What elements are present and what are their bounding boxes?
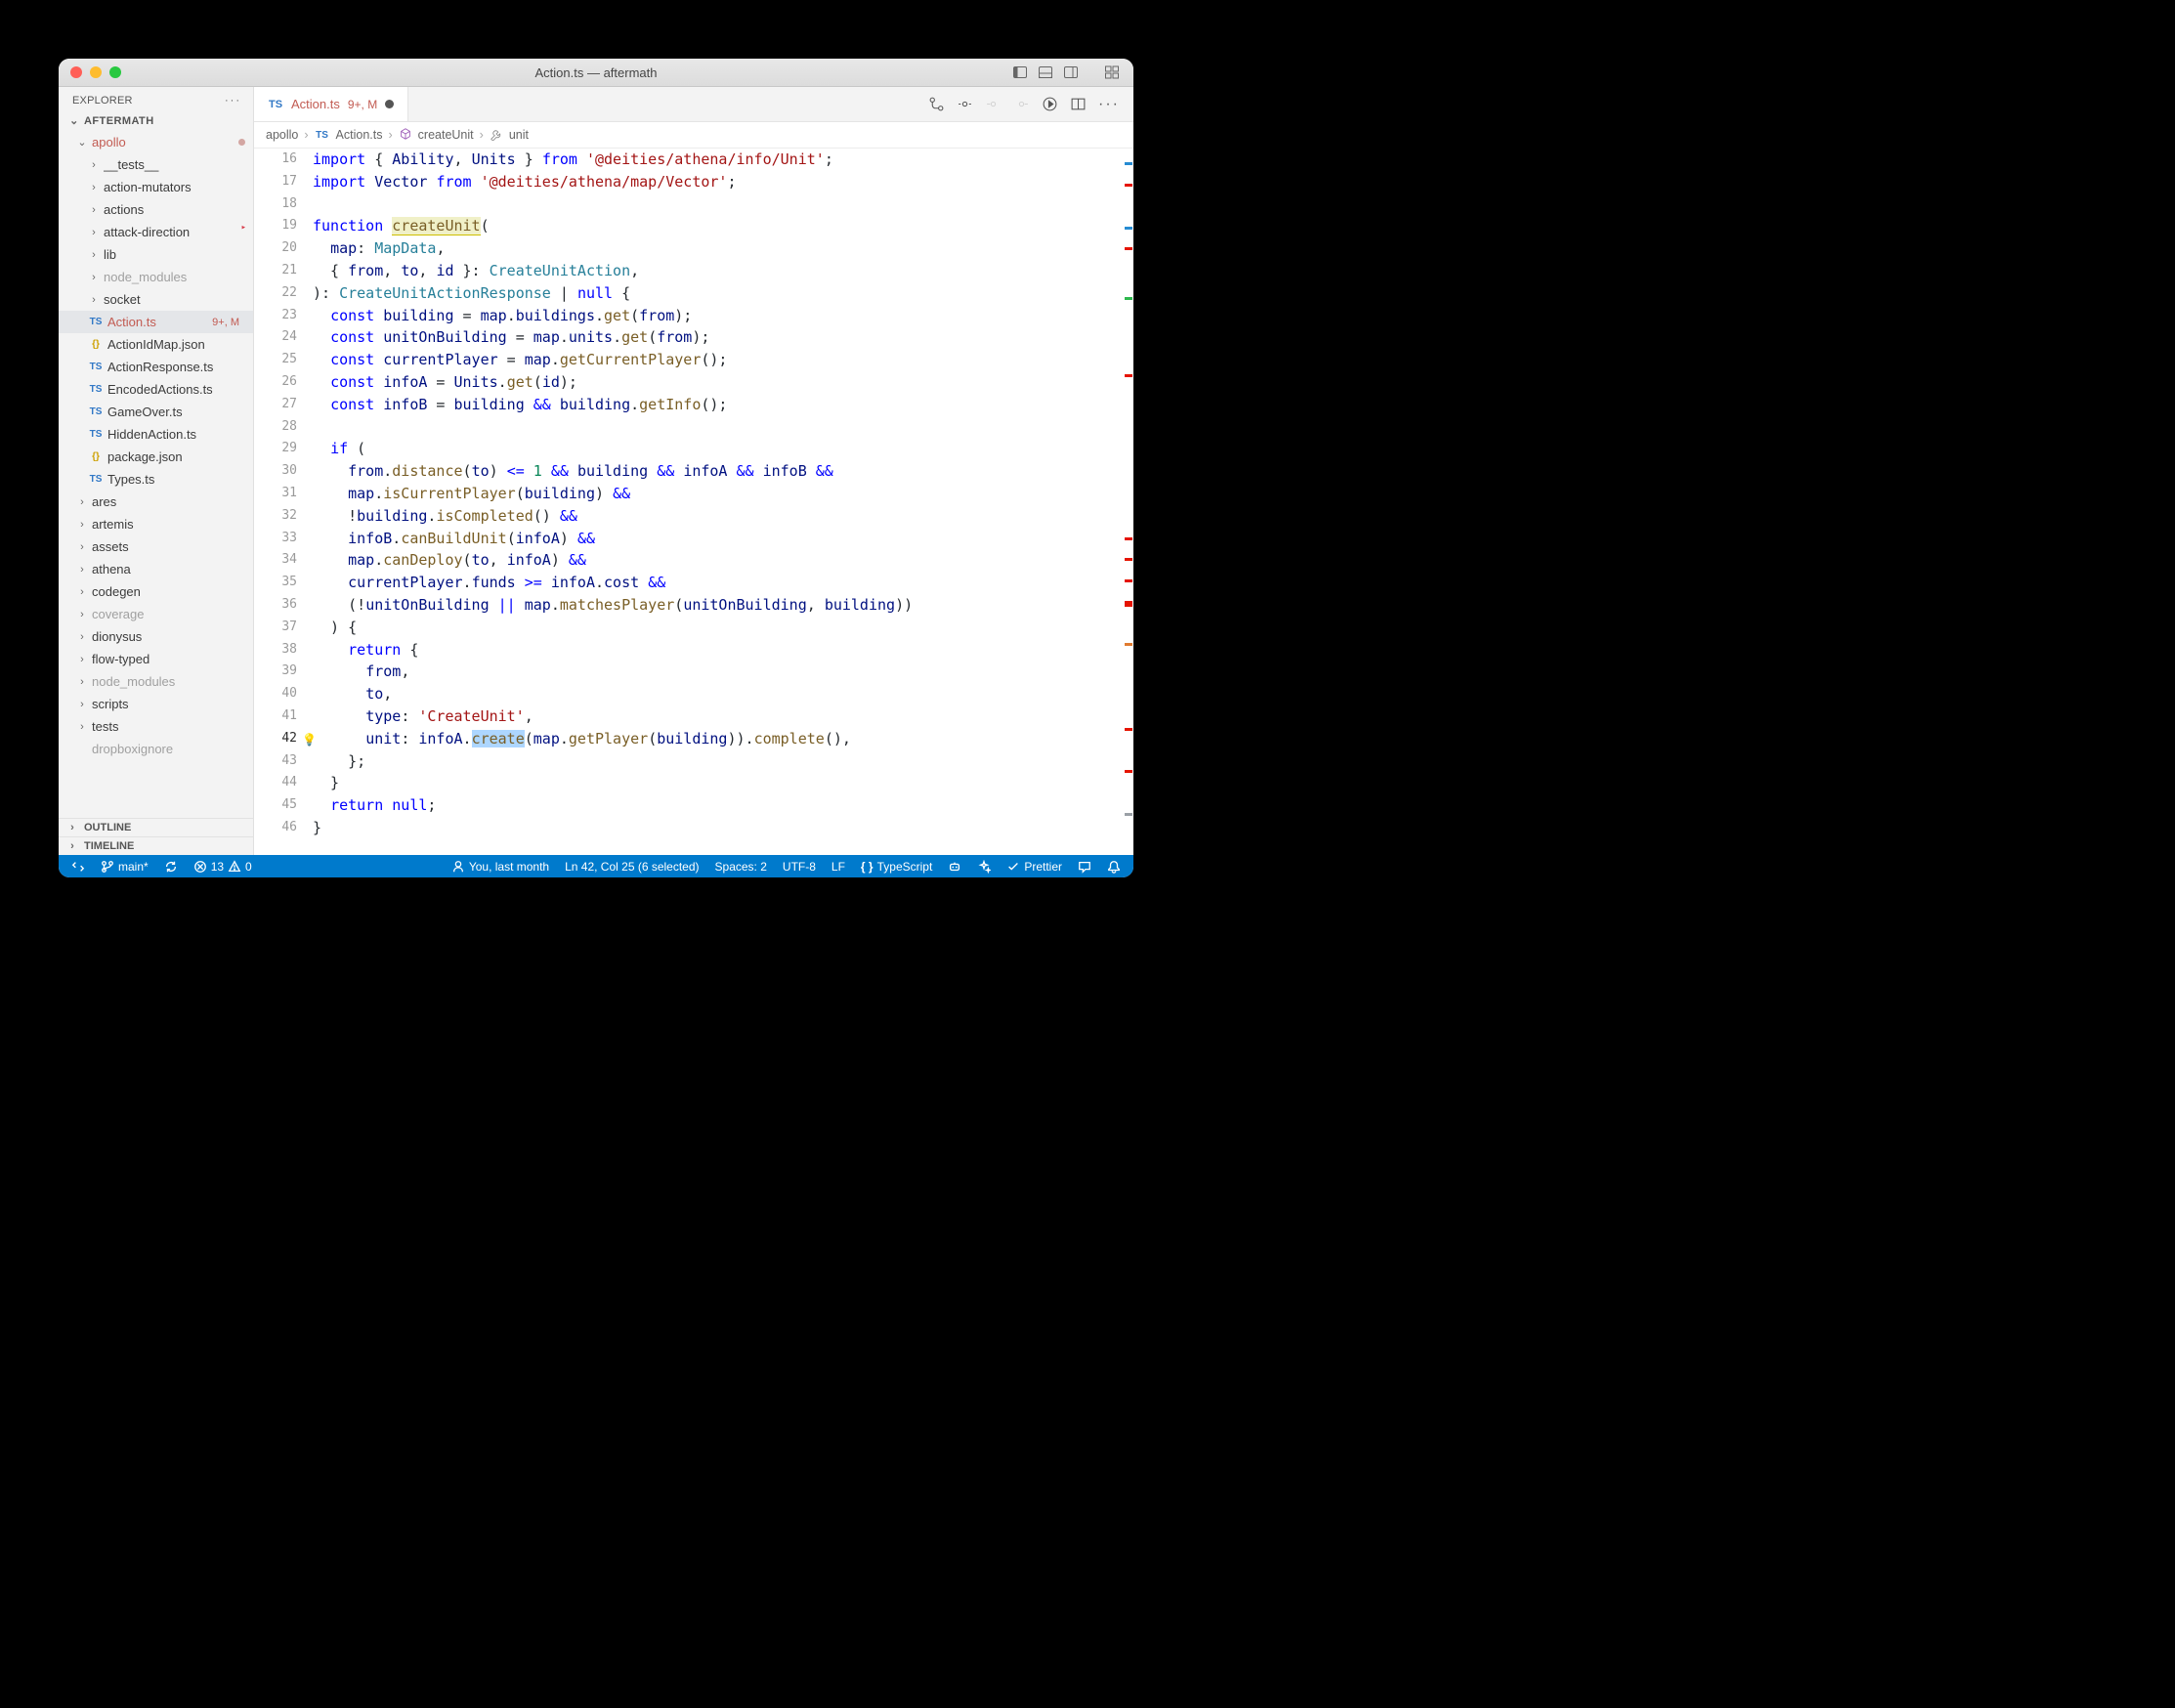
folder-attack-direction[interactable]: ›attack-direction [59,221,253,243]
minimize-window-button[interactable] [90,66,102,78]
titlebar: Action.ts — aftermath [59,59,1133,87]
maximize-window-button[interactable] [109,66,121,78]
folder-assets[interactable]: ›assets [59,535,253,558]
folder-coverage[interactable]: ›coverage [59,603,253,625]
language-mode[interactable]: { } TypeScript [856,860,937,874]
file-types-ts[interactable]: TSTypes.ts [59,468,253,491]
sparkle-icon[interactable] [972,860,996,874]
editor-area: TS Action.ts 9+, M ··· apollo › [254,87,1133,855]
folder-node-modules[interactable]: ›node_modules [59,266,253,288]
encoding-indicator[interactable]: UTF-8 [778,860,821,874]
timeline-section[interactable]: ›TIMELINE [59,836,253,855]
overview-ruler[interactable] [1120,149,1133,855]
branch-indicator[interactable]: main* [96,860,153,874]
typescript-icon: TS [268,99,283,110]
file-actionresponse-ts[interactable]: TSActionResponse.ts [59,356,253,378]
explorer-label: EXPLORER [72,95,133,107]
explorer-more-icon[interactable]: ··· [225,95,241,107]
folder-tests[interactable]: ›tests [59,715,253,738]
problems-indicator[interactable]: 13 0 [189,860,257,874]
tab-status: 9+, M [348,98,377,111]
folder-actions[interactable]: ›actions [59,198,253,221]
tab-action-ts[interactable]: TS Action.ts 9+, M [254,87,408,121]
file-hiddenaction-ts[interactable]: TSHiddenAction.ts [59,423,253,446]
panel-layout-right-icon[interactable] [1063,64,1079,80]
cube-icon [399,127,412,144]
folder-action-mutators[interactable]: ›action-mutators [59,176,253,198]
outline-section[interactable]: ›OUTLINE [59,818,253,836]
folder-ares[interactable]: ›ares [59,491,253,513]
nav-next-icon[interactable] [1013,96,1030,112]
feedback-icon[interactable] [1073,860,1096,874]
folder---tests--[interactable]: ›__tests__ [59,153,253,176]
remote-indicator[interactable] [66,860,90,874]
traffic-lights [59,66,121,78]
folder-dionysus[interactable]: ›dionysus [59,625,253,648]
folder-socket[interactable]: ›socket [59,288,253,311]
customize-layout-icon[interactable] [1104,64,1120,80]
compare-changes-icon[interactable] [928,96,945,112]
file-actionidmap-json[interactable]: {}ActionIdMap.json [59,333,253,356]
panel-layout-left-icon[interactable] [1012,64,1028,80]
folder-artemis[interactable]: ›artemis [59,513,253,535]
nav-back-icon[interactable] [957,96,973,112]
folder-codegen[interactable]: ›codegen [59,580,253,603]
app-window: Action.ts — aftermath EXPLORER ··· ⌄ AFT… [59,59,1133,877]
folder-dropboxignore[interactable]: ›dropboxignore [59,738,253,760]
code-editor[interactable]: import { Ability, Units } from '@deities… [313,149,1120,855]
dirty-indicator-icon [385,100,394,108]
breadcrumbs[interactable]: apollo › TS Action.ts › createUnit › uni… [254,122,1133,149]
cursor-position[interactable]: Ln 42, Col 25 (6 selected) [560,860,704,874]
file-action-ts[interactable]: TSAction.ts9+, M [59,311,253,333]
folder-scripts[interactable]: ›scripts [59,693,253,715]
nav-prev-icon[interactable] [985,96,1002,112]
modified-indicator-icon [238,139,245,146]
folder-lib[interactable]: ›lib [59,243,253,266]
tab-more-icon[interactable]: ··· [1098,96,1120,113]
sync-indicator[interactable] [159,860,183,874]
close-window-button[interactable] [70,66,82,78]
folder-athena[interactable]: ›athena [59,558,253,580]
folder-section-aftermath[interactable]: ⌄ AFTERMATH [59,110,253,131]
explorer-sidebar: EXPLORER ··· ⌄ AFTERMATH ⌄ apollo [59,87,254,855]
window-title: Action.ts — aftermath [59,65,1133,80]
folder-flow-typed[interactable]: ›flow-typed [59,648,253,670]
eol-indicator[interactable]: LF [827,860,850,874]
copilot-icon[interactable] [943,860,966,874]
tab-bar: TS Action.ts 9+, M ··· [254,87,1133,122]
file-gameover-ts[interactable]: TSGameOver.ts [59,401,253,423]
file-tree: ⌄ apollo ›__tests__›action-mutators›acti… [59,131,253,818]
run-icon[interactable] [1042,96,1058,112]
indentation-indicator[interactable]: Spaces: 2 [710,860,772,874]
notifications-icon[interactable] [1102,860,1126,874]
folder-node-modules[interactable]: ›node_modules [59,670,253,693]
panel-layout-bottom-icon[interactable] [1038,64,1053,80]
wrench-icon [490,127,503,144]
line-number-gutter[interactable]: 1617181920212223242526272829303132333435… [254,149,313,855]
split-editor-icon[interactable] [1070,96,1087,112]
prettier-indicator[interactable]: Prettier [1002,860,1067,874]
folder-apollo[interactable]: ⌄ apollo [59,131,253,153]
tab-filename: Action.ts [291,97,340,111]
file-package-json[interactable]: {}package.json [59,446,253,468]
blame-indicator[interactable]: You, last month [447,860,554,874]
file-encodedactions-ts[interactable]: TSEncodedActions.ts [59,378,253,401]
status-bar: main* 13 0 You, last month Ln 42, Col 25… [59,855,1133,877]
